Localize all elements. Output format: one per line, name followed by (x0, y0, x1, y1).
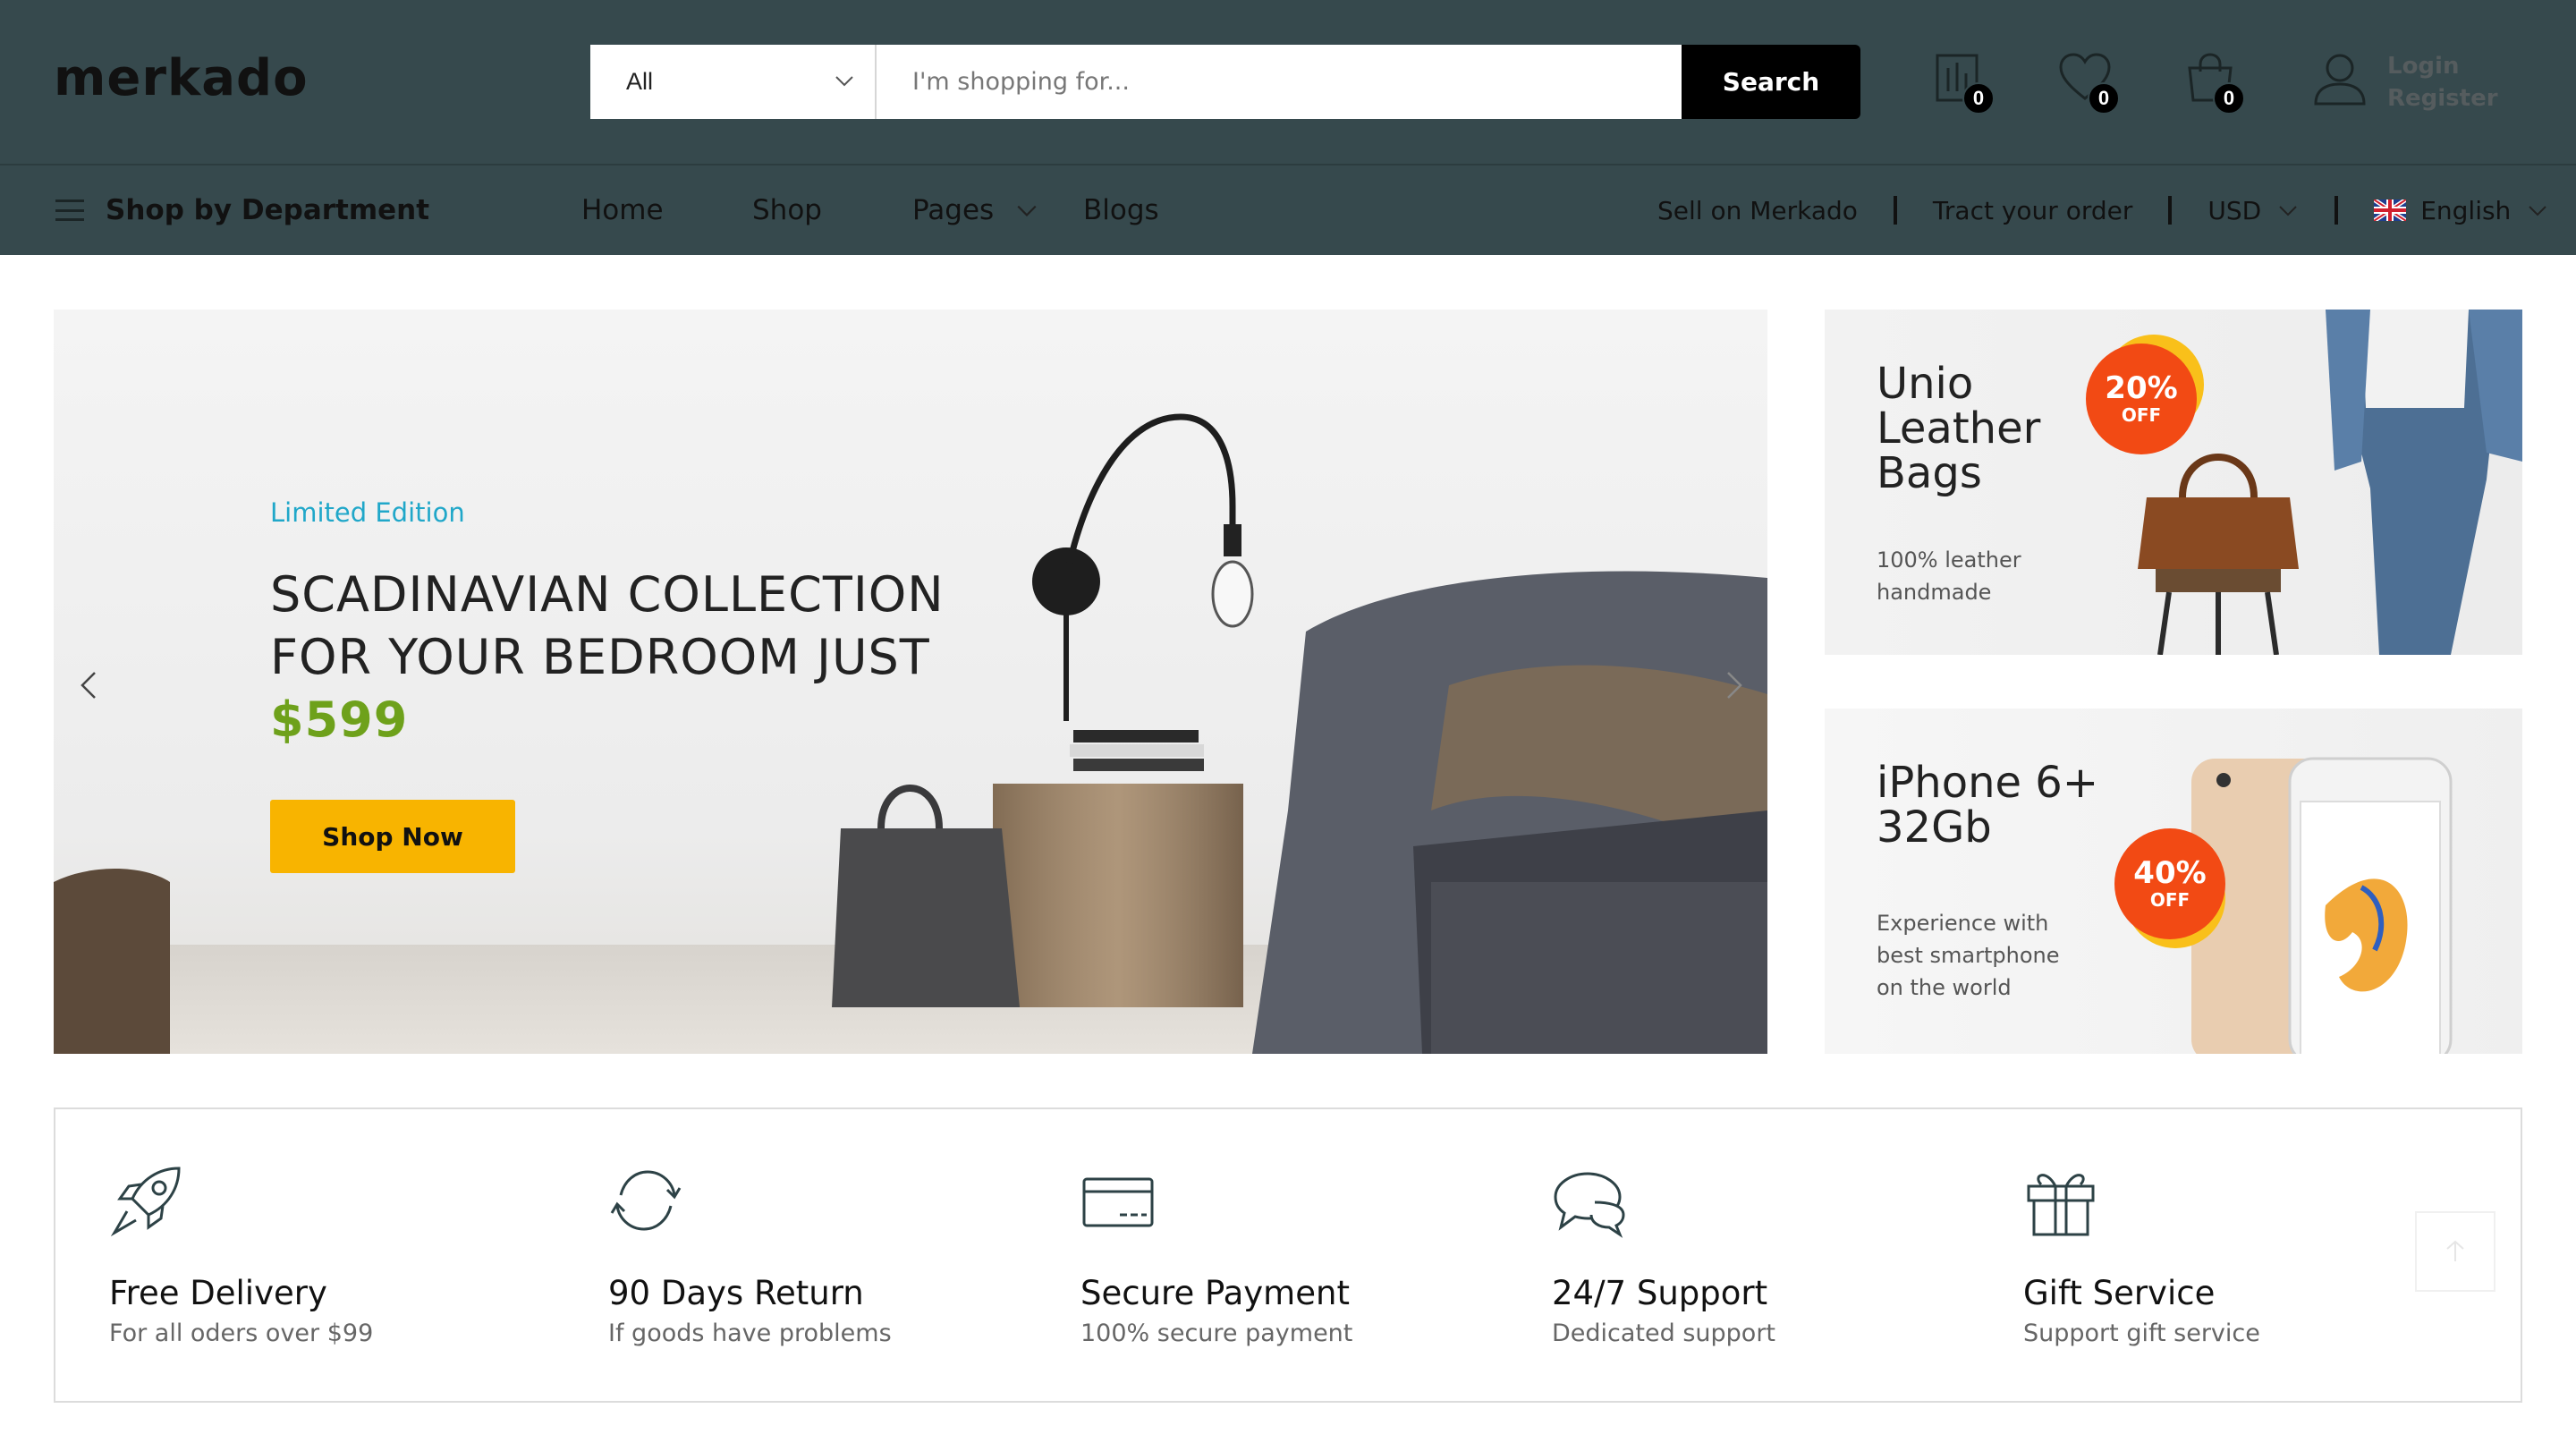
wishlist-button[interactable]: 0 (2057, 50, 2120, 115)
language-select[interactable]: English (2374, 196, 2548, 225)
feature-title: Free Delivery (109, 1274, 327, 1312)
hero-text: Limited Edition SCADINAVIAN COLLECTION F… (270, 497, 950, 751)
shop-now-button[interactable]: Shop Now (270, 800, 515, 873)
promo-title: Unio Leather Bags (1877, 359, 2041, 498)
feature-item: Free Delivery For all oders over $99 (109, 1163, 373, 1347)
search-bar: All Search (590, 45, 1860, 119)
account-links: Login Register (2387, 50, 2498, 122)
feature-title: 90 Days Return (608, 1274, 864, 1312)
promo-banner-leather-bags[interactable]: Unio Leather Bags 100% leather handmade … (1825, 310, 2522, 655)
login-link[interactable]: Login (2387, 50, 2498, 82)
promo-banner-iphone[interactable]: iPhone 6+ 32Gb Experience with best smar… (1825, 709, 2522, 1054)
return-icon (610, 1170, 682, 1231)
feature-title: Secure Payment (1080, 1274, 1350, 1312)
divider (2168, 196, 2173, 225)
language-value: English (2420, 195, 2512, 225)
nav-blogs-label: Blogs (1083, 194, 1159, 226)
feature-item: 90 Days Return If goods have problems (608, 1163, 892, 1347)
promo-title: iPhone 6+ 32Gb (1877, 758, 2099, 853)
feature-subtitle: 100% secure payment (1080, 1319, 1353, 1347)
currency-select[interactable]: USD (2207, 196, 2299, 225)
site-header: merkado All Search 0 0 (0, 0, 2576, 255)
department-label: Shop by Department (106, 194, 430, 226)
search-input[interactable] (877, 45, 1682, 119)
chevron-down-icon (2529, 206, 2547, 216)
cart-button[interactable]: 0 (2182, 50, 2245, 115)
shop-by-department-button[interactable]: Shop by Department (55, 165, 429, 255)
compare-count-badge: 0 (1962, 82, 1995, 115)
compare-button[interactable]: 0 (1932, 50, 1995, 115)
feature-item: 24/7 Support Dedicated support (1552, 1163, 1775, 1347)
discount-badge: 40% OFF (2114, 828, 2225, 939)
nav-pages-label: Pages (912, 194, 995, 226)
uk-flag-icon (2374, 199, 2407, 221)
discount-percent: 40% (2133, 855, 2207, 891)
chat-icon (1554, 1172, 1625, 1238)
discount-badge: 20% OFF (2086, 344, 2197, 454)
chevron-down-icon (1017, 205, 1037, 216)
account-menu: Login Register (2312, 50, 2509, 122)
credit-card-icon (1082, 1177, 1154, 1227)
currency-value: USD (2207, 195, 2262, 225)
feature-title: 24/7 Support (1552, 1274, 1768, 1312)
utility-links: Sell on Merkado Tract your order USD Eng… (1657, 165, 2548, 255)
gift-icon (2027, 1174, 2095, 1236)
discount-percent: 20% (2105, 370, 2178, 406)
main-navigation: Shop by Department Home Shop Pages Blogs… (0, 165, 2576, 255)
nav-home-label: Home (581, 194, 664, 226)
promo-subtitle: Experience with best smartphone on the w… (1877, 911, 2060, 1000)
feature-subtitle: Support gift service (2023, 1319, 2260, 1347)
nav-item-blogs[interactable]: Blogs (1083, 165, 1159, 255)
register-link[interactable]: Register (2387, 82, 2498, 115)
search-button[interactable]: Search (1682, 45, 1860, 119)
hero-price: $599 (270, 692, 409, 748)
nav-item-pages[interactable]: Pages (912, 165, 1038, 255)
hero-eyebrow: Limited Edition (270, 497, 465, 528)
divider (2334, 196, 2339, 225)
wishlist-count-badge: 0 (2088, 82, 2120, 115)
menu-icon (55, 199, 84, 221)
back-to-top-button[interactable] (2415, 1211, 2496, 1292)
sell-link[interactable]: Sell on Merkado (1657, 196, 1858, 225)
feature-title: Gift Service (2023, 1274, 2216, 1312)
arrow-up-icon (2446, 1240, 2464, 1261)
discount-off-label: OFF (2121, 404, 2162, 426)
logo[interactable]: merkado (54, 49, 309, 107)
track-order-link[interactable]: Tract your order (1933, 196, 2132, 225)
feature-subtitle: Dedicated support (1552, 1319, 1776, 1347)
feature-item: Gift Service Support gift service (2023, 1163, 2260, 1347)
chevron-right-icon[interactable] (1716, 667, 1751, 703)
search-category-value: All (626, 68, 654, 95)
rocket-icon (110, 1167, 181, 1237)
search-category-select[interactable]: All (590, 45, 877, 119)
feature-subtitle: If goods have problems (608, 1319, 892, 1347)
discount-off-label: OFF (2149, 889, 2190, 911)
promo-subtitle: 100% leather handmade (1877, 547, 2021, 605)
nav-shop-label: Shop (752, 194, 822, 226)
nav-item-shop[interactable]: Shop (752, 165, 822, 255)
cart-count-badge: 0 (2213, 82, 2245, 115)
hero-title-text: SCADINAVIAN COLLECTION FOR YOUR BEDROOM … (270, 566, 945, 685)
nav-item-home[interactable]: Home (581, 165, 664, 255)
chevron-down-icon (2279, 206, 2297, 216)
feature-item: Secure Payment 100% secure payment (1080, 1163, 1352, 1347)
header-top-bar: merkado All Search 0 0 (0, 0, 2576, 164)
chevron-down-icon (835, 76, 853, 87)
divider (1893, 196, 1897, 225)
hero-slider: Limited Edition SCADINAVIAN COLLECTION F… (54, 310, 1767, 1054)
chevron-left-icon[interactable] (72, 667, 107, 703)
features-bar: Free Delivery For all oders over $99 90 … (54, 1107, 2522, 1403)
user-icon (2314, 54, 2366, 106)
hero-title: SCADINAVIAN COLLECTION FOR YOUR BEDROOM … (270, 564, 950, 751)
feature-subtitle: For all oders over $99 (109, 1319, 374, 1347)
